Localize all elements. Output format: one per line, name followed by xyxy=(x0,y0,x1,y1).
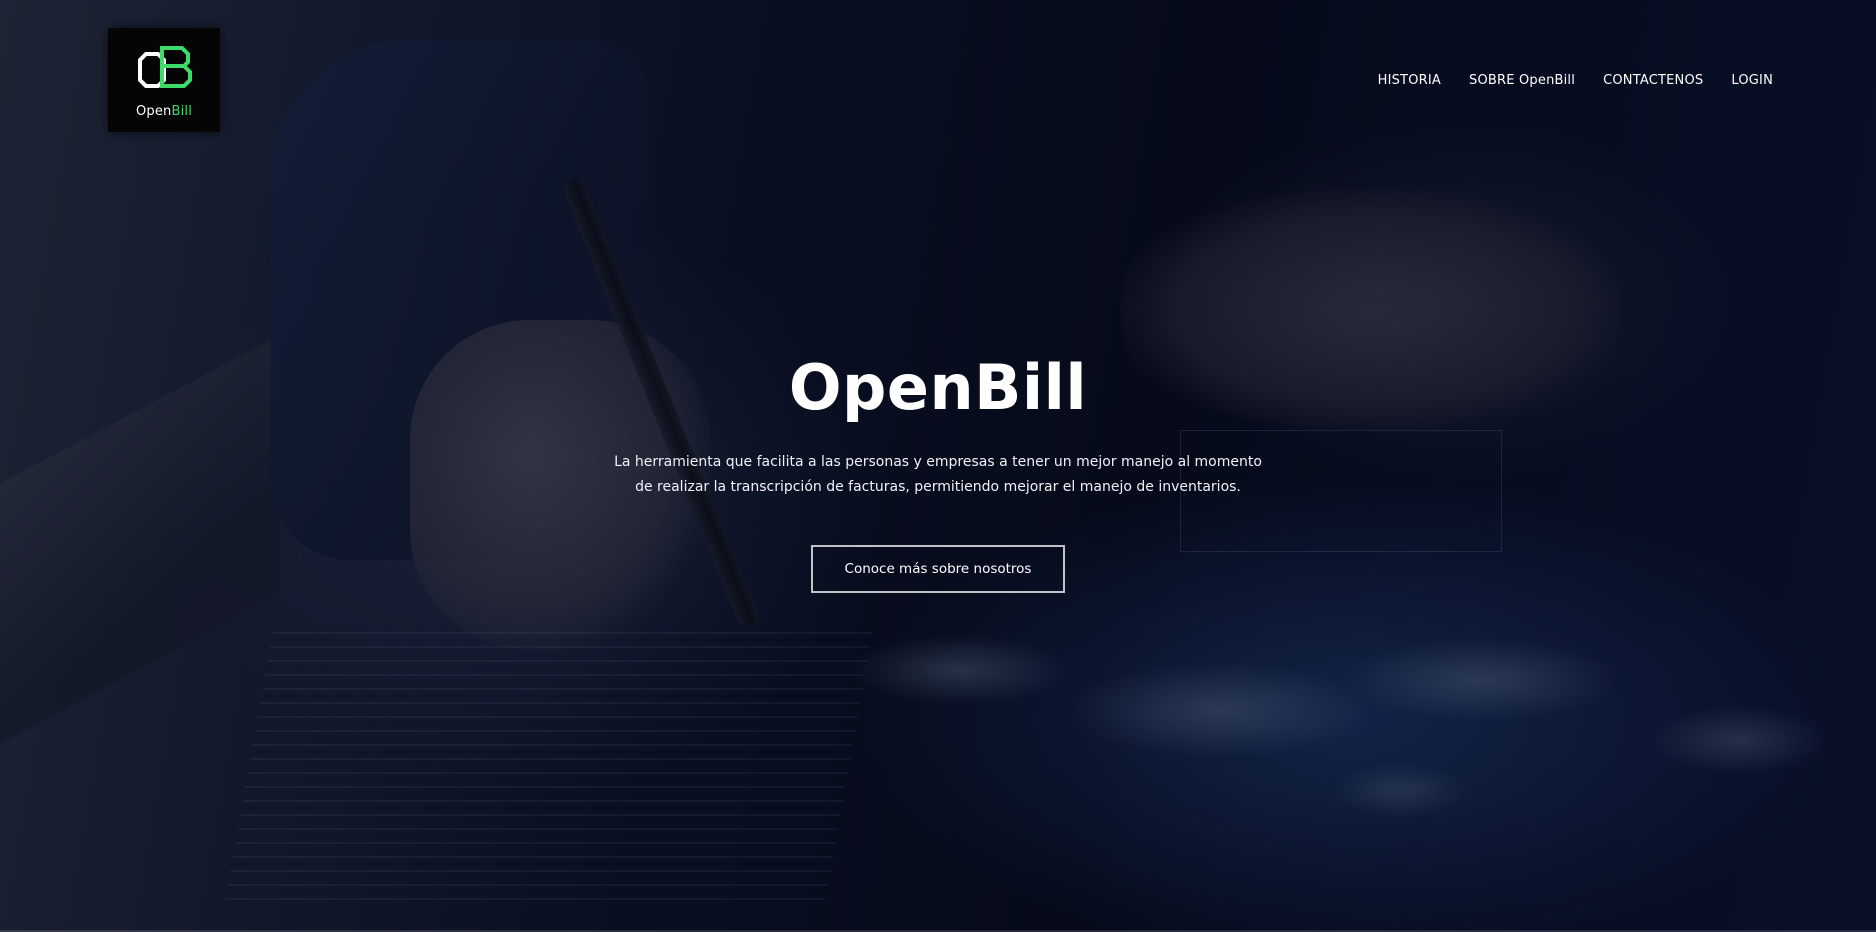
hero-subtitle-line-2: de realizar la transcripción de facturas… xyxy=(635,479,1241,495)
hero-subtitle-line-1: La herramienta que facilita a las person… xyxy=(614,454,1262,470)
logo[interactable]: OpenBill xyxy=(108,28,220,132)
ob-monogram-icon xyxy=(138,46,192,88)
logo-text: OpenBill xyxy=(108,104,220,119)
hero-title: OpenBill xyxy=(788,351,1088,424)
nav-link-sobre-openbill[interactable]: SOBRE OpenBill xyxy=(1469,73,1575,88)
hero-section: OpenBill HISTORIA SOBRE OpenBill CONTACT… xyxy=(0,0,1876,932)
nav-link-contactenos[interactable]: CONTACTENOS xyxy=(1603,73,1703,88)
hero-content: OpenBill La herramienta que facilita a l… xyxy=(0,348,1876,593)
logo-text-bill: Bill xyxy=(171,104,193,119)
logo-text-open: Open xyxy=(135,104,172,119)
main-nav: HISTORIA SOBRE OpenBill CONTACTENOS LOGI… xyxy=(1378,73,1773,88)
learn-more-button[interactable]: Conoce más sobre nosotros xyxy=(810,545,1066,593)
hero-subtitle: La herramienta que facilita a las person… xyxy=(588,450,1288,500)
nav-link-historia[interactable]: HISTORIA xyxy=(1378,73,1441,88)
nav-link-login[interactable]: LOGIN xyxy=(1731,73,1773,88)
